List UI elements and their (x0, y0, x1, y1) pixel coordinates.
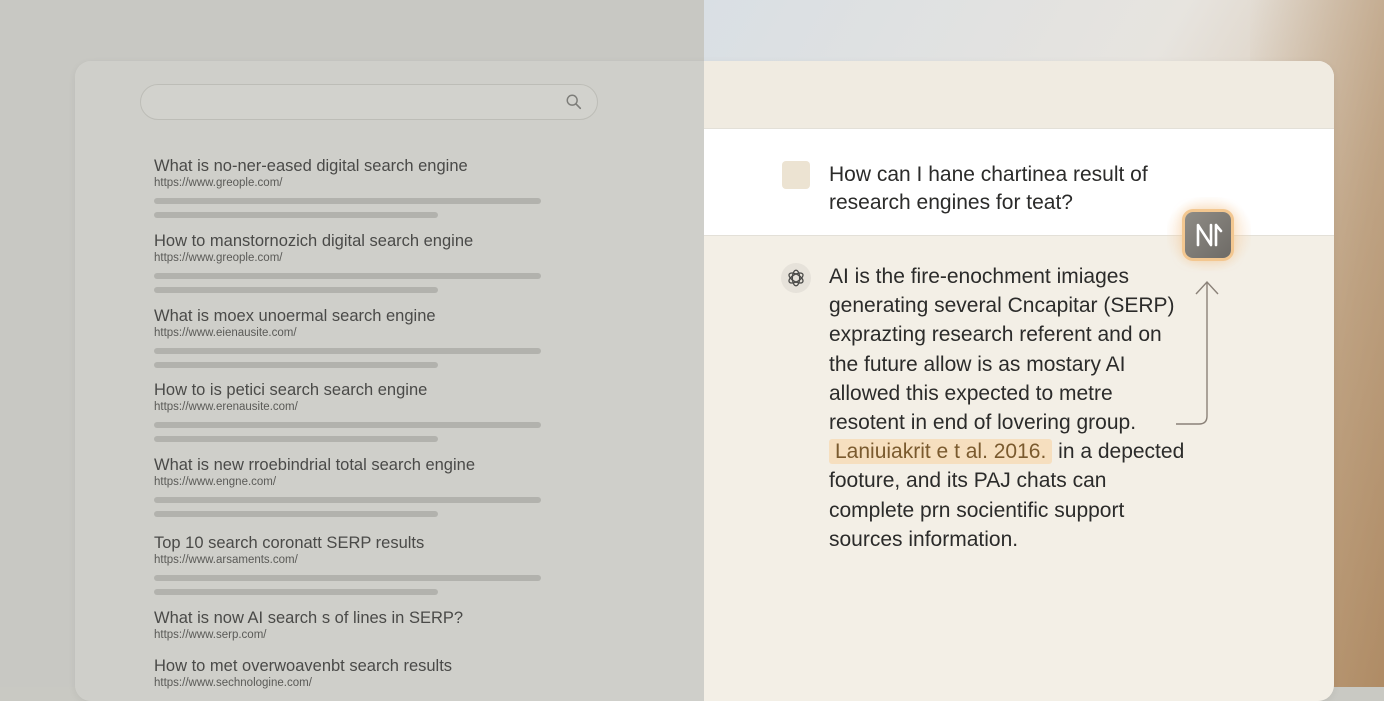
result-item[interactable]: What is new rroebindrial total search en… (154, 455, 554, 517)
search-results-pane: What is no-ner-eased digital search engi… (75, 61, 704, 701)
result-url[interactable]: https://www.serp.com/ (154, 628, 554, 642)
result-title[interactable]: What is now AI search s of lines in SERP… (154, 608, 554, 628)
result-item[interactable]: What is moex unoermal search engine http… (154, 306, 554, 368)
result-title[interactable]: How to met overwoavenbt search results (154, 656, 554, 676)
result-url[interactable]: https://www.sechnologine.com/ (154, 676, 554, 690)
user-square-icon (782, 161, 810, 189)
result-title[interactable]: Top 10 search coronatt SERP results (154, 533, 554, 553)
snippet-placeholder-line (154, 362, 438, 368)
arrow-up-icon (1176, 280, 1219, 425)
snippet-placeholder-line (154, 273, 541, 279)
search-input[interactable] (157, 91, 561, 115)
snippet-placeholder-line (154, 422, 541, 428)
snippet-placeholder-line (154, 348, 541, 354)
search-box[interactable] (140, 84, 598, 120)
ai-answer-pane: How can I hane chartinea result of resea… (704, 61, 1334, 701)
openai-logo-icon (781, 263, 811, 293)
snippet-placeholder-line (154, 436, 438, 442)
app-window: What is no-ner-eased digital search engi… (75, 61, 1334, 701)
result-url[interactable]: https://www.greople.com/ (154, 176, 554, 190)
snippet-placeholder-line (154, 287, 438, 293)
snippet-placeholder-line (154, 575, 541, 581)
answer-text: AI is the fire-enochment imiages generat… (829, 262, 1189, 554)
result-title[interactable]: What is no-ner-eased digital search engi… (154, 156, 554, 176)
result-url[interactable]: https://www.engne.com/ (154, 475, 554, 489)
snippet-placeholder-line (154, 511, 438, 517)
result-title[interactable]: What is new rroebindrial total search en… (154, 455, 554, 475)
question-text: How can I hane chartinea result of resea… (829, 163, 1148, 214)
result-url[interactable]: https://www.erenausite.com/ (154, 400, 554, 414)
result-url[interactable]: https://www.greople.com/ (154, 251, 554, 265)
snippet-placeholder-line (154, 589, 438, 595)
result-title[interactable]: How to manstornozich digital search engi… (154, 231, 554, 251)
result-item[interactable]: What is no-ner-eased digital search engi… (154, 156, 554, 218)
result-title[interactable]: How to is petici search search engine (154, 380, 554, 400)
search-icon[interactable] (565, 93, 583, 111)
result-url[interactable]: https://www.arsaments.com/ (154, 553, 554, 567)
brand-logo-icon[interactable] (1185, 212, 1231, 258)
answer-text-part: AI is the fire-enochment imiages generat… (829, 265, 1175, 435)
snippet-placeholder-line (154, 497, 541, 503)
result-item[interactable]: How to met overwoavenbt search results h… (154, 656, 554, 690)
result-item[interactable]: How to manstornozich digital search engi… (154, 231, 554, 293)
snippet-placeholder-line (154, 198, 541, 204)
citation-highlight[interactable]: Laniuiakrit e t al. 2016. (829, 439, 1053, 465)
result-url[interactable]: https://www.eienausite.com/ (154, 326, 554, 340)
result-item[interactable]: What is now AI search s of lines in SERP… (154, 608, 554, 642)
result-item[interactable]: Top 10 search coronatt SERP results http… (154, 533, 554, 595)
result-title[interactable]: What is moex unoermal search engine (154, 306, 554, 326)
result-item[interactable]: How to is petici search search engine ht… (154, 380, 554, 442)
pane-header (704, 61, 1334, 128)
snippet-placeholder-line (154, 212, 438, 218)
